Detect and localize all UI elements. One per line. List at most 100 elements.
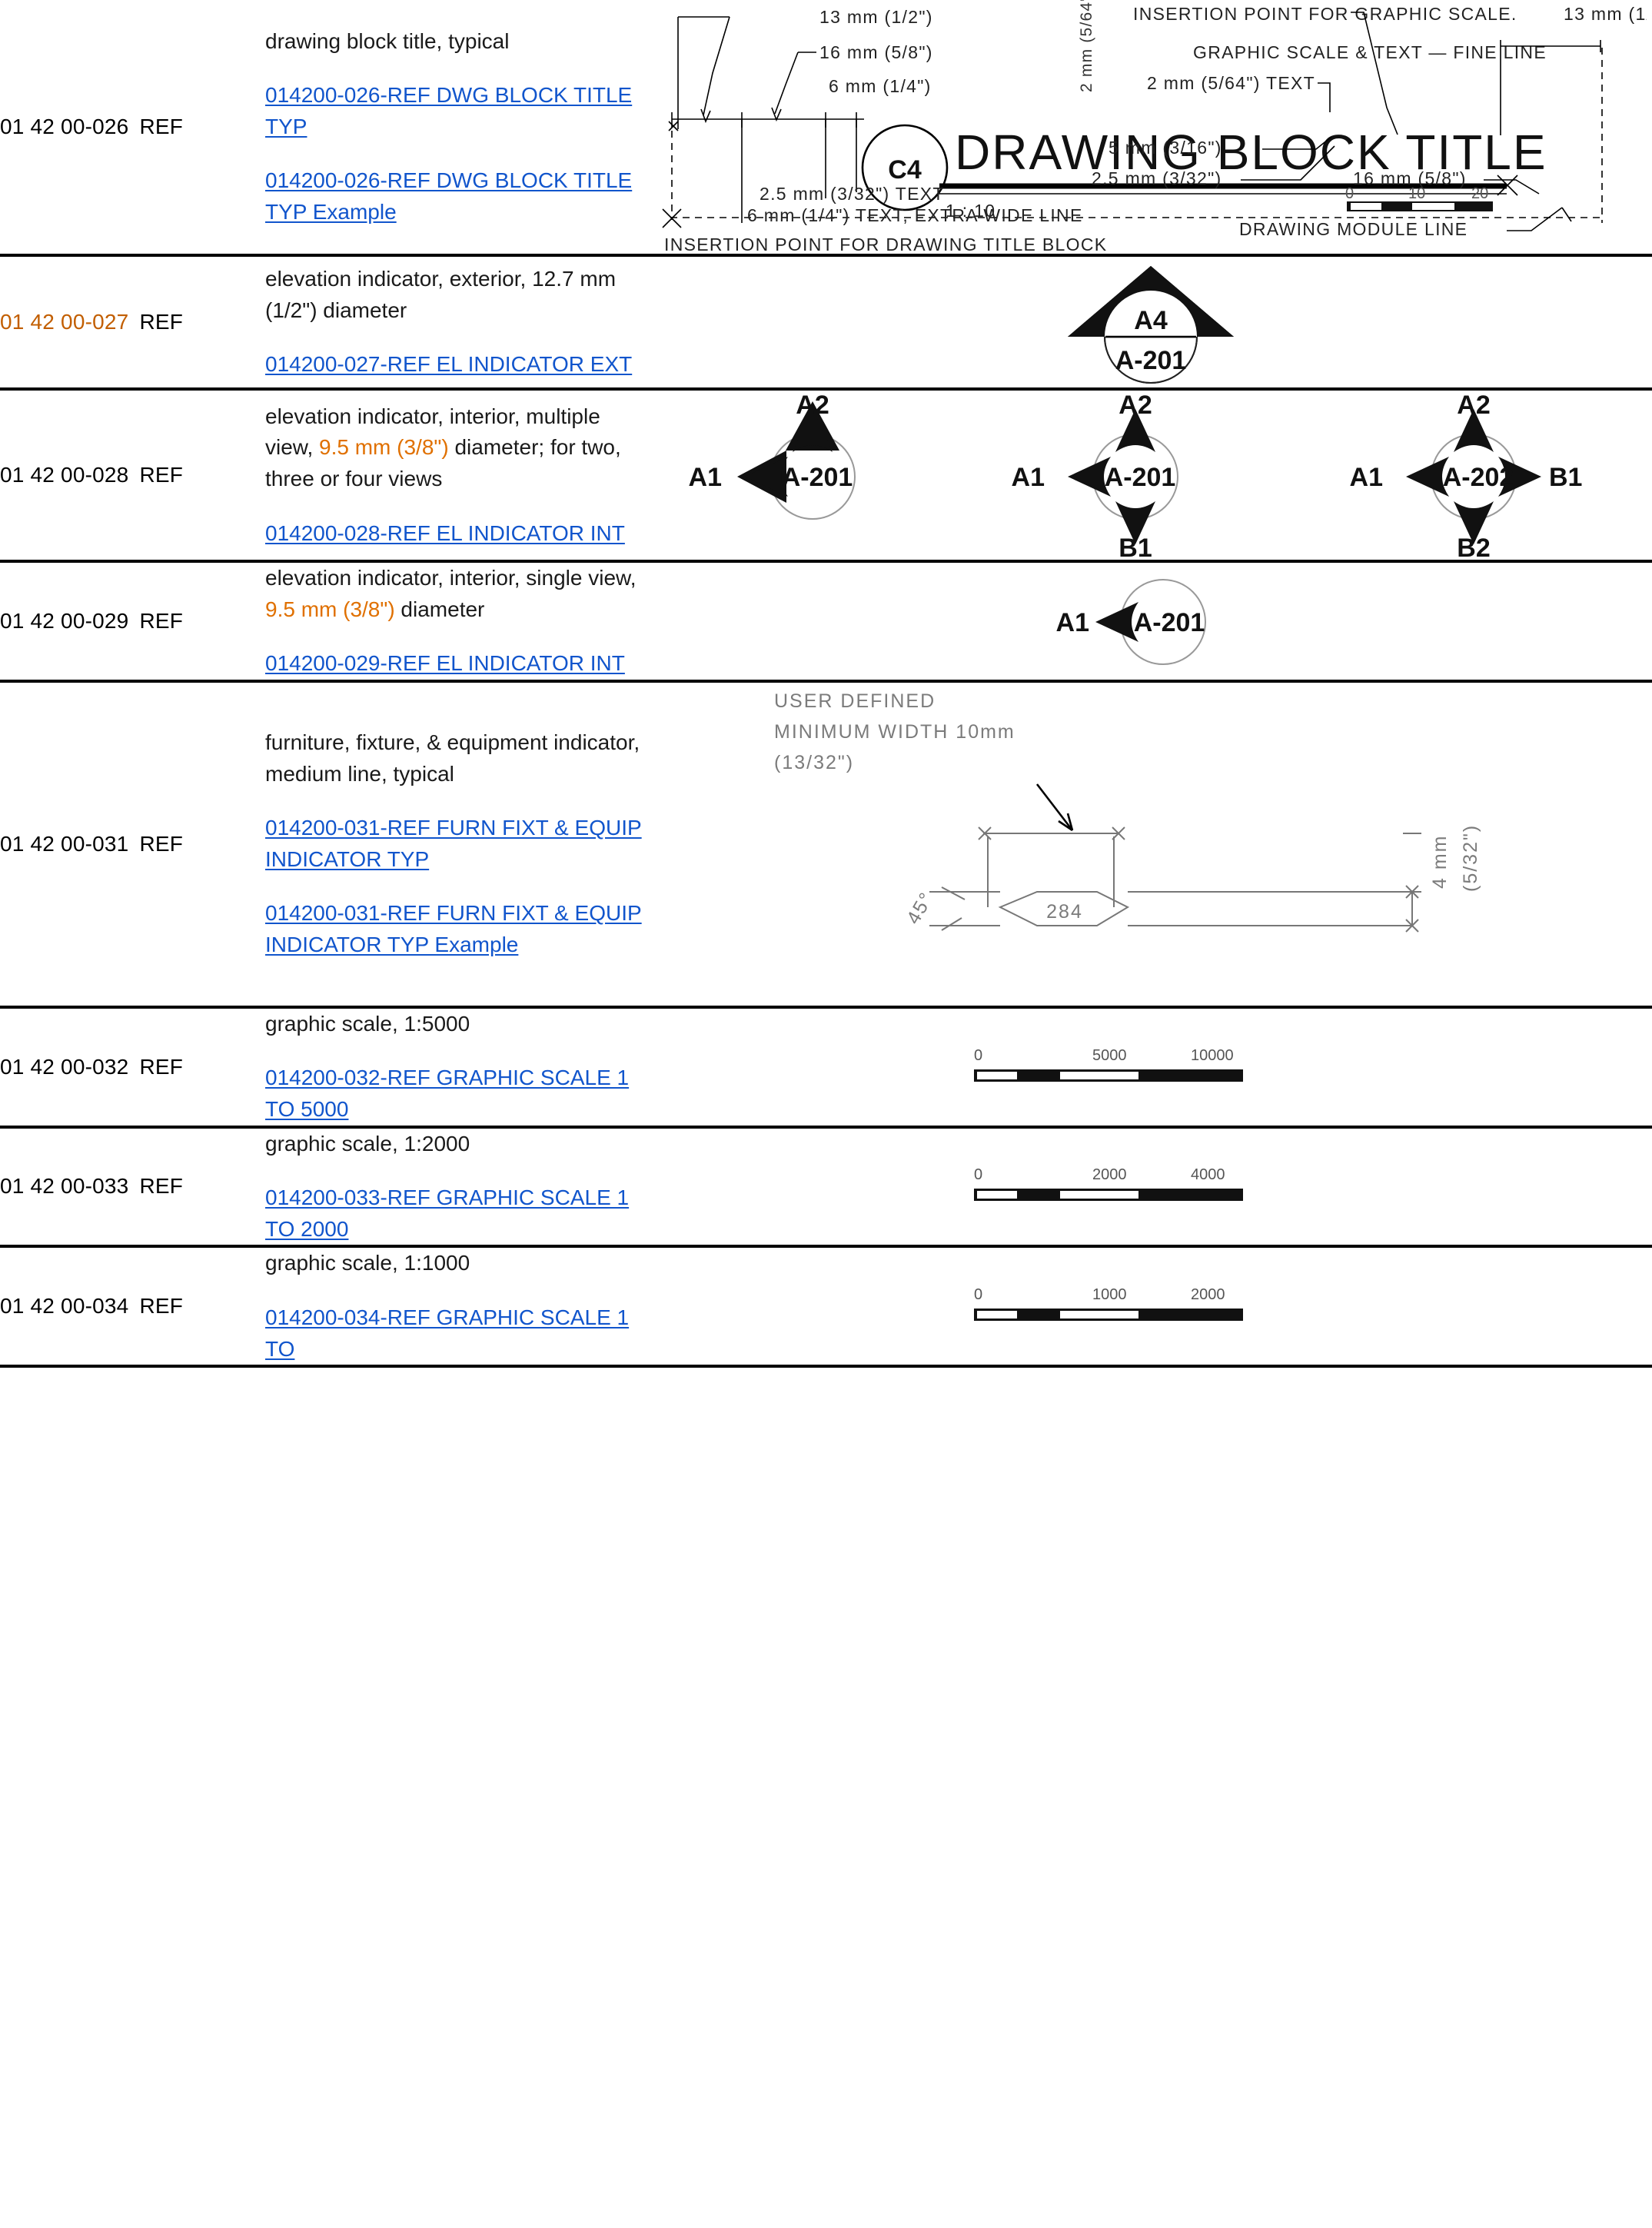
row-id-cell: 01 42 00-027 REF: [0, 255, 265, 389]
scale-tick-label-2: 4000: [1191, 1166, 1225, 1183]
row-id-number: 01 42 00-032: [0, 1054, 129, 1079]
reference-sheet: 01 42 00-026 REF drawing block title, typ…: [0, 0, 1652, 1368]
scale-tick-label-2: 2000: [1191, 1286, 1225, 1303]
scale-tick-label-1: 1000: [1092, 1286, 1127, 1303]
row-id-number: 01 42 00-029: [0, 608, 129, 633]
row-description-text: elevation indicator, interior, single vi…: [265, 563, 650, 625]
elev-top-label: A2: [1457, 391, 1490, 420]
dim-25mm-label: 2.5 mm (3/32"): [1092, 168, 1222, 188]
graphic-scale-2000-svg: 0 2000 4000: [974, 1166, 1243, 1202]
scale-tick-label-1: 2000: [1092, 1166, 1127, 1183]
height-mm-label: 4 mm: [1429, 834, 1451, 889]
row-figure-cell: 13 mm (1/2") 16 mm (5/8") 6 mm (1/4") 2 …: [650, 0, 1652, 255]
row-id-cell: 01 42 00-033 REF: [0, 1127, 265, 1247]
reference-table: 01 42 00-026 REF drawing block title, typ…: [0, 0, 1652, 1368]
note-insertion-title-label: INSERTION POINT FOR DRAWING TITLE BLOCK: [664, 234, 1107, 254]
elev-left-label: A1: [689, 463, 722, 492]
reference-link[interactable]: 014200-028-REF EL INDICATOR INT: [265, 521, 625, 545]
note-6mm-text-label: 6 mm (1/4") TEXT, EXTRA WIDE LINE: [747, 205, 1083, 225]
reference-link[interactable]: 014200-029-REF EL INDICATOR INT: [265, 651, 625, 675]
row-description-text: furniture, fixture, & equipment indicato…: [265, 730, 640, 786]
scale-tick-label-0: 0: [974, 1166, 982, 1183]
row-description-text: elevation indicator, interior, multiple …: [265, 401, 650, 495]
desc-highlight: 9.5 mm (3/8"): [319, 435, 449, 460]
scale-tick-label-0: 0: [974, 1286, 982, 1303]
table-row: 01 42 00-027 REF elevation indicator, ext…: [0, 255, 1652, 389]
note-2mm-text-label: 2 mm (5/64") TEXT: [1147, 73, 1315, 93]
row-link-block: 014200-026-REF DWG BLOCK TITLE TYP: [265, 80, 650, 142]
drawing-block-title-svg: 13 mm (1/2") 16 mm (5/8") 6 mm (1/4") 2 …: [662, 0, 1647, 254]
dim-6mm-label: 6 mm (1/4"): [829, 76, 932, 96]
table-row: 01 42 00-026 REF drawing block title, typ…: [0, 0, 1652, 255]
row-description-cell: drawing block title, typical 014200-026-…: [265, 0, 650, 255]
elev-left-label: A1: [1012, 463, 1045, 492]
row-link-block: 014200-029-REF EL INDICATOR INT: [265, 648, 650, 680]
table-row: 01 42 00-031 REF furniture, fixture, & eq…: [0, 680, 1652, 1007]
row-link-block: 014200-032-REF GRAPHIC SCALE 1 TO 5000: [265, 1062, 650, 1125]
graphic-scale-5000-figure: 0 5000 10000: [650, 1040, 1652, 1094]
row-figure-cell: A4 A-201: [650, 255, 1652, 389]
elev-left-label: A1: [1056, 608, 1089, 637]
elevation-top-label: A4: [1134, 306, 1168, 335]
row-figure-cell: A2 A1 A-201 A2 A1 A-201 B1 A2 A1 A-202 B…: [650, 389, 1652, 561]
reference-link[interactable]: 014200-033-REF GRAPHIC SCALE 1 TO 2000: [265, 1185, 629, 1241]
row-description-cell: graphic scale, 1:5000 014200-032-REF GRA…: [265, 1007, 650, 1127]
elev-center-label: A-201: [782, 463, 853, 492]
elevation-indicator-ext-figure: A4 A-201: [650, 257, 1652, 387]
row-figure-cell: USER DEFINED MINIMUM WIDTH 10mm (13/32"): [650, 681, 1652, 1007]
dim-2mm-vert-label: 2 mm (5/64"): [1078, 0, 1095, 92]
row-figure-cell: 0 2000 4000: [650, 1127, 1652, 1247]
reference-link[interactable]: 014200-027-REF EL INDICATOR EXT: [265, 352, 632, 376]
bubble-label: C4: [888, 155, 922, 185]
elevation-indicator-int-multi-svg: A2 A1 A-201 A2 A1 A-201 B1 A2 A1 A-202 B…: [689, 391, 1583, 560]
furniture-fixture-equipment-svg: USER DEFINED MINIMUM WIDTH 10mm (13/32"): [774, 690, 1481, 933]
row-description-cell: elevation indicator, interior, single vi…: [265, 561, 650, 681]
row-id-cell: 01 42 00-034 REF: [0, 1246, 265, 1366]
reference-link[interactable]: 014200-026-REF DWG BLOCK TITLE TYP: [265, 83, 632, 138]
elevation-indicator-int-single-figure: A1 A-201: [650, 564, 1652, 679]
dim-5mm-label: 5 mm (3/16"): [1109, 138, 1222, 158]
elev-bottom-label: B1: [1119, 534, 1152, 560]
row-description-cell: graphic scale, 1:2000 014200-033-REF GRA…: [265, 1127, 650, 1247]
table-body: 01 42 00-026 REF drawing block title, typ…: [0, 0, 1652, 1367]
elev-top-label: A2: [1119, 391, 1152, 420]
reference-link[interactable]: 014200-026-REF DWG BLOCK TITLE TYP Examp…: [265, 168, 632, 224]
row-id-number: 01 42 00-033: [0, 1174, 129, 1199]
graphic-scale-1000-figure: 0 1000 2000: [650, 1279, 1652, 1333]
note-graphic-scale-text-label: GRAPHIC SCALE & TEXT — FINE LINE: [1193, 42, 1547, 62]
row-link-block: 014200-027-REF EL INDICATOR EXT: [265, 349, 650, 381]
table-row: 01 42 00-032 REF graphic scale, 1:5000 01…: [0, 1006, 1652, 1127]
reference-link[interactable]: 014200-034-REF GRAPHIC SCALE 1 TO: [265, 1305, 629, 1361]
reference-link[interactable]: 014200-032-REF GRAPHIC SCALE 1 TO 5000: [265, 1066, 629, 1121]
note-minimum-width-label: MINIMUM WIDTH 10mm: [774, 721, 1015, 743]
elev-top-label: A2: [796, 391, 829, 420]
row-description-cell: graphic scale, 1:1000 014200-034-REF GRA…: [265, 1246, 650, 1366]
row-description-text: elevation indicator, exterior, 12.7 mm (…: [265, 267, 617, 322]
note-inches-label: (13/32"): [774, 752, 854, 773]
row-description-text: graphic scale, 1:1000: [265, 1251, 470, 1275]
note-user-defined-label: USER DEFINED: [774, 690, 936, 712]
row-description-text: graphic scale, 1:5000: [265, 1011, 470, 1036]
mini-graphic-scale: 0 10 20: [1345, 185, 1493, 211]
dim-13mm-right-label: 13 mm (1/2"): [1564, 4, 1647, 24]
row-ref-label: REF: [139, 1294, 184, 1319]
elev-indicator-variant-3: A2 A1 A-202 B1 B2: [1350, 391, 1583, 560]
tag-number-label: 284: [1046, 901, 1083, 923]
row-figure-cell: 0 1000 2000: [650, 1246, 1652, 1366]
drawing-block-title-figure: 13 mm (1/2") 16 mm (5/8") 6 mm (1/4") 2 …: [650, 0, 1652, 254]
elev-bottom-label: B2: [1457, 534, 1490, 560]
dim-13mm-left-label: 13 mm (1/2"): [819, 7, 933, 27]
row-id-cell: 01 42 00-029 REF: [0, 561, 265, 681]
row-id-cell: 01 42 00-026 REF: [0, 0, 265, 255]
row-ref-label: REF: [139, 831, 184, 856]
reference-link[interactable]: 014200-031-REF FURN FIXT & EQUIP INDICAT…: [265, 816, 642, 871]
elevation-indicator-int-multi-figure: A2 A1 A-201 A2 A1 A-201 B1 A2 A1 A-202 B…: [650, 391, 1652, 560]
row-description-cell: elevation indicator, exterior, 12.7 mm (…: [265, 255, 650, 389]
dim-16mm-right-label: 16 mm (5/8"): [1353, 168, 1467, 188]
note-25mm-text-label: 2.5 mm (3/32") TEXT: [760, 184, 945, 204]
elev-center-label: A-201: [1134, 608, 1205, 637]
row-description-text: drawing block title, typical: [265, 28, 510, 53]
graphic-scale-2000-figure: 0 2000 4000: [650, 1159, 1652, 1213]
reference-link[interactable]: 014200-031-REF FURN FIXT & EQUIP INDICAT…: [265, 901, 642, 956]
height-inch-label: (5/32"): [1460, 824, 1481, 892]
